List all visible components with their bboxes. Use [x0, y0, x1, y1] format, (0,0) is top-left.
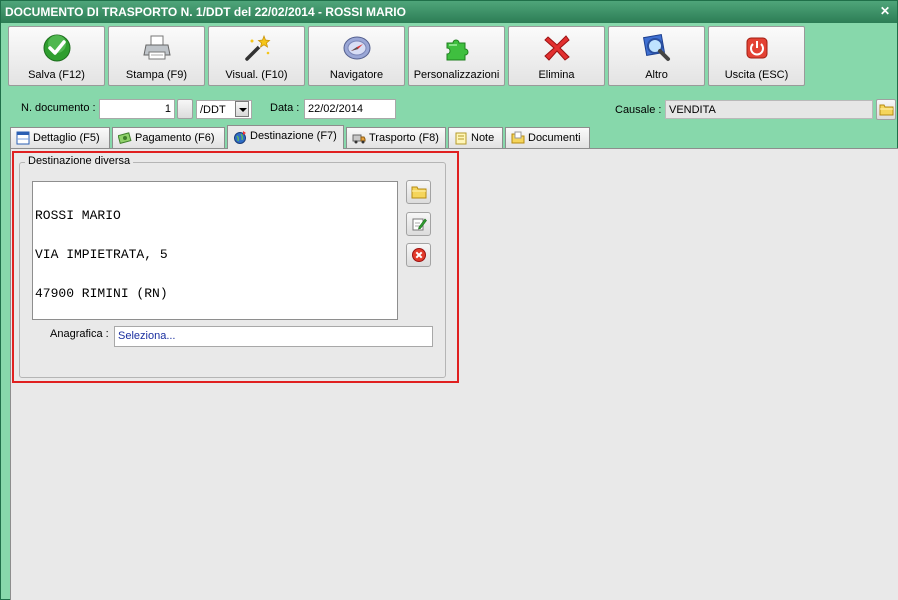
print-button-label: Stampa (F9) [125, 69, 188, 81]
doc-number-button[interactable] [177, 99, 193, 119]
causale-label: Causale : [615, 104, 662, 116]
exit-button-label: Uscita (ESC) [724, 69, 789, 81]
tab-destinazione-label: Destinazione (F7) [250, 130, 337, 142]
tab-dettaglio[interactable]: Dettaglio (F5) [10, 127, 110, 148]
customizations-button-label: Personalizzazioni [413, 69, 500, 81]
causale-folder-button[interactable] [876, 99, 896, 120]
delete-button[interactable]: Elimina [508, 26, 605, 86]
magnifier-icon [642, 33, 670, 61]
save-button[interactable]: Salva (F12) [8, 26, 105, 86]
view-button[interactable]: Visual. (F10) [208, 26, 305, 86]
tab-note-label: Note [471, 132, 495, 144]
navigator-button[interactable]: Navigatore [308, 26, 405, 86]
print-button[interactable]: Stampa (F9) [108, 26, 205, 86]
date-input[interactable]: 22/02/2014 [304, 99, 396, 119]
delete-button-label: Elimina [538, 69, 575, 81]
window-title: DOCUMENTO DI TRASPORTO N. 1/DDT del 22/0… [5, 5, 406, 19]
red-x-icon [544, 35, 570, 61]
doc-number-label: N. documento : [21, 102, 96, 114]
tab-dettaglio-label: Dettaglio (F5) [33, 132, 100, 144]
series-dropdown-arrow[interactable] [235, 101, 249, 117]
other-button[interactable]: Altro [608, 26, 705, 86]
puzzle-icon [446, 39, 469, 61]
magic-wand-icon [245, 34, 271, 61]
navigator-button-label: Navigatore [329, 69, 384, 81]
other-button-label: Altro [645, 69, 668, 81]
compass-icon [343, 36, 371, 60]
customizations-button[interactable]: Personalizzazioni [408, 26, 505, 86]
exit-button[interactable]: Uscita (ESC) [708, 26, 805, 86]
tab-note[interactable]: Note [448, 127, 503, 148]
close-icon[interactable]: ✕ [878, 4, 892, 19]
app-window: DOCUMENTO DI TRASPORTO N. 1/DDT del 22/0… [0, 0, 898, 600]
tab-pagamento[interactable]: Pagamento (F6) [112, 127, 225, 148]
power-icon [746, 37, 768, 59]
doc-number-input[interactable]: 1 [99, 99, 175, 119]
save-button-label: Salva (F12) [28, 69, 85, 81]
title-bar: DOCUMENTO DI TRASPORTO N. 1/DDT del 22/0… [1, 1, 897, 23]
tab-trasporto-label: Trasporto (F8) [369, 132, 439, 144]
money-icon [118, 132, 132, 145]
folder-icon [879, 104, 894, 116]
highlight-frame [12, 151, 459, 383]
table-icon [16, 131, 30, 145]
series-value: /DDT [200, 104, 226, 116]
folder-icon [511, 131, 525, 144]
tab-documenti-label: Documenti [528, 132, 581, 144]
tab-destinazione[interactable]: Destinazione (F7) [227, 125, 344, 149]
causale-input[interactable]: VENDITA [665, 100, 873, 119]
truck-icon [352, 134, 366, 144]
view-button-label: Visual. (F10) [225, 69, 288, 81]
printer-icon [143, 35, 171, 60]
globe-icon [234, 131, 246, 144]
date-label: Data : [270, 102, 300, 114]
note-icon [455, 132, 467, 145]
tab-pagamento-label: Pagamento (F6) [135, 132, 215, 144]
checkmark-icon [43, 34, 71, 62]
tab-trasporto[interactable]: Trasporto (F8) [346, 127, 446, 148]
tab-documenti[interactable]: Documenti [505, 127, 590, 148]
